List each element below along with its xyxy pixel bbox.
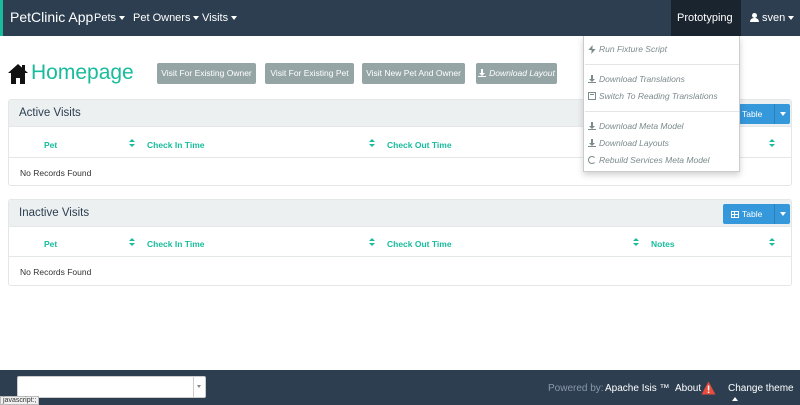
- bolt-icon: [588, 45, 596, 53]
- nav-menu-label: Pet Owners: [133, 12, 191, 24]
- visit-new-pet-and-owner-button[interactable]: Visit New Pet And Owner: [362, 63, 465, 84]
- book-icon: [588, 92, 596, 100]
- theme-select[interactable]: [17, 376, 206, 398]
- column-header-check-out-time[interactable]: Check Out Time: [387, 140, 452, 150]
- sort-icon[interactable]: [769, 139, 775, 148]
- menu-item-label: Download Meta Model: [599, 121, 684, 131]
- menu-item-label: Download Translations: [599, 74, 685, 84]
- warning-icon[interactable]: [701, 381, 716, 395]
- column-header-notes[interactable]: Notes: [651, 239, 675, 249]
- download-layout-button[interactable]: Download Layout: [476, 63, 557, 84]
- powered-by-label: Powered by:: [548, 383, 604, 394]
- caret-down-icon: [780, 112, 786, 116]
- user-icon: [750, 13, 759, 22]
- active-visits-title: Active Visits: [19, 107, 81, 119]
- view-dropdown-toggle[interactable]: [774, 204, 790, 224]
- table-view-text: Table: [742, 209, 763, 219]
- caret-down-icon: [119, 16, 126, 21]
- nav-menu-label: Pets: [94, 12, 117, 24]
- table-view-button[interactable]: Table: [723, 204, 790, 224]
- change-theme-menu[interactable]: Change theme: [728, 383, 800, 405]
- nav-menu-label: Prototyping: [677, 12, 733, 24]
- caret-down-icon: [788, 16, 795, 21]
- menu-item-run-fixture-script[interactable]: Run Fixture Script: [588, 44, 667, 54]
- table-icon: [731, 211, 739, 218]
- select-arrow-icon[interactable]: [193, 377, 205, 397]
- menu-item-download-meta-model[interactable]: Download Meta Model: [588, 121, 684, 131]
- menu-item-download-translations[interactable]: Download Translations: [588, 74, 685, 84]
- table-view-label: Table: [723, 204, 770, 224]
- caret-down-icon: [780, 212, 786, 216]
- inactive-visits-title: Inactive Visits: [19, 207, 90, 219]
- divider: [9, 256, 791, 257]
- page-title: Homepage: [31, 61, 134, 84]
- caret-down-icon: [193, 16, 200, 21]
- column-header-pet[interactable]: Pet: [44, 140, 57, 150]
- sort-icon[interactable]: [369, 238, 375, 247]
- menu-divider: [585, 64, 739, 65]
- caret-up-icon: [732, 397, 738, 402]
- column-header-check-in-time[interactable]: Check In Time: [147, 140, 204, 150]
- download-icon: [478, 69, 487, 77]
- menu-item-label: Switch To Reading Translations: [599, 91, 718, 101]
- download-icon: [588, 75, 596, 83]
- nav-menu-pet-owners[interactable]: Pet Owners: [133, 0, 200, 36]
- nav-menu-visits[interactable]: Visits: [202, 0, 238, 36]
- column-header-check-out-time[interactable]: Check Out Time: [387, 239, 452, 249]
- column-header-check-in-time[interactable]: Check In Time: [147, 239, 204, 249]
- download-layout-label: Download Layout: [489, 68, 555, 78]
- sort-icon[interactable]: [633, 238, 639, 247]
- download-icon: [588, 139, 596, 147]
- menu-item-label: Download Layouts: [599, 138, 669, 148]
- sort-icon[interactable]: [129, 238, 135, 247]
- about-link[interactable]: About: [675, 383, 701, 394]
- user-menu[interactable]: sven: [750, 0, 795, 36]
- menu-divider: [585, 111, 739, 112]
- apache-isis-link[interactable]: Apache Isis ™: [605, 383, 669, 394]
- menu-item-label: Rebuild Services Meta Model: [599, 155, 710, 165]
- browser-status-bar: javascript:;: [0, 396, 40, 405]
- nav-menu-pets[interactable]: Pets: [94, 0, 126, 36]
- sort-icon[interactable]: [129, 139, 135, 148]
- prototyping-dropdown-menu: Run Fixture Script Download Translations…: [583, 36, 740, 172]
- nav-menu-prototyping[interactable]: Prototyping: [671, 0, 741, 57]
- empty-state-text: No Records Found: [20, 168, 92, 178]
- top-navbar: PetClinic App Pets Pet Owners Visits Pro…: [0, 0, 800, 57]
- caret-down-icon: [231, 16, 238, 21]
- panel-heading: Inactive Visits Table: [9, 200, 791, 227]
- sort-icon[interactable]: [369, 139, 375, 148]
- change-theme-label: Change theme: [728, 383, 794, 394]
- home-icon: [8, 64, 28, 84]
- visit-for-existing-pet-button[interactable]: Visit For Existing Pet: [265, 63, 354, 84]
- menu-item-download-layouts[interactable]: Download Layouts: [588, 138, 669, 148]
- user-name: sven: [762, 12, 786, 24]
- menu-item-label: Run Fixture Script: [599, 44, 668, 54]
- visit-for-existing-owner-button[interactable]: Visit For Existing Owner: [157, 63, 256, 84]
- nav-menu-label: Visits: [202, 12, 229, 24]
- download-icon: [588, 122, 596, 130]
- refresh-icon: [588, 156, 596, 164]
- menu-item-switch-to-reading-translations[interactable]: Switch To Reading Translations: [588, 91, 718, 101]
- empty-state-text: No Records Found: [20, 267, 92, 277]
- view-dropdown-toggle[interactable]: [774, 104, 790, 124]
- sort-icon[interactable]: [769, 238, 775, 247]
- brand-link[interactable]: PetClinic App: [0, 0, 99, 36]
- column-header-pet[interactable]: Pet: [44, 239, 57, 249]
- inactive-visits-panel: Inactive Visits Table Pet Check In Time …: [8, 199, 792, 286]
- menu-item-rebuild-services-meta-model[interactable]: Rebuild Services Meta Model: [588, 155, 710, 165]
- table-view-button[interactable]: Table: [734, 104, 790, 124]
